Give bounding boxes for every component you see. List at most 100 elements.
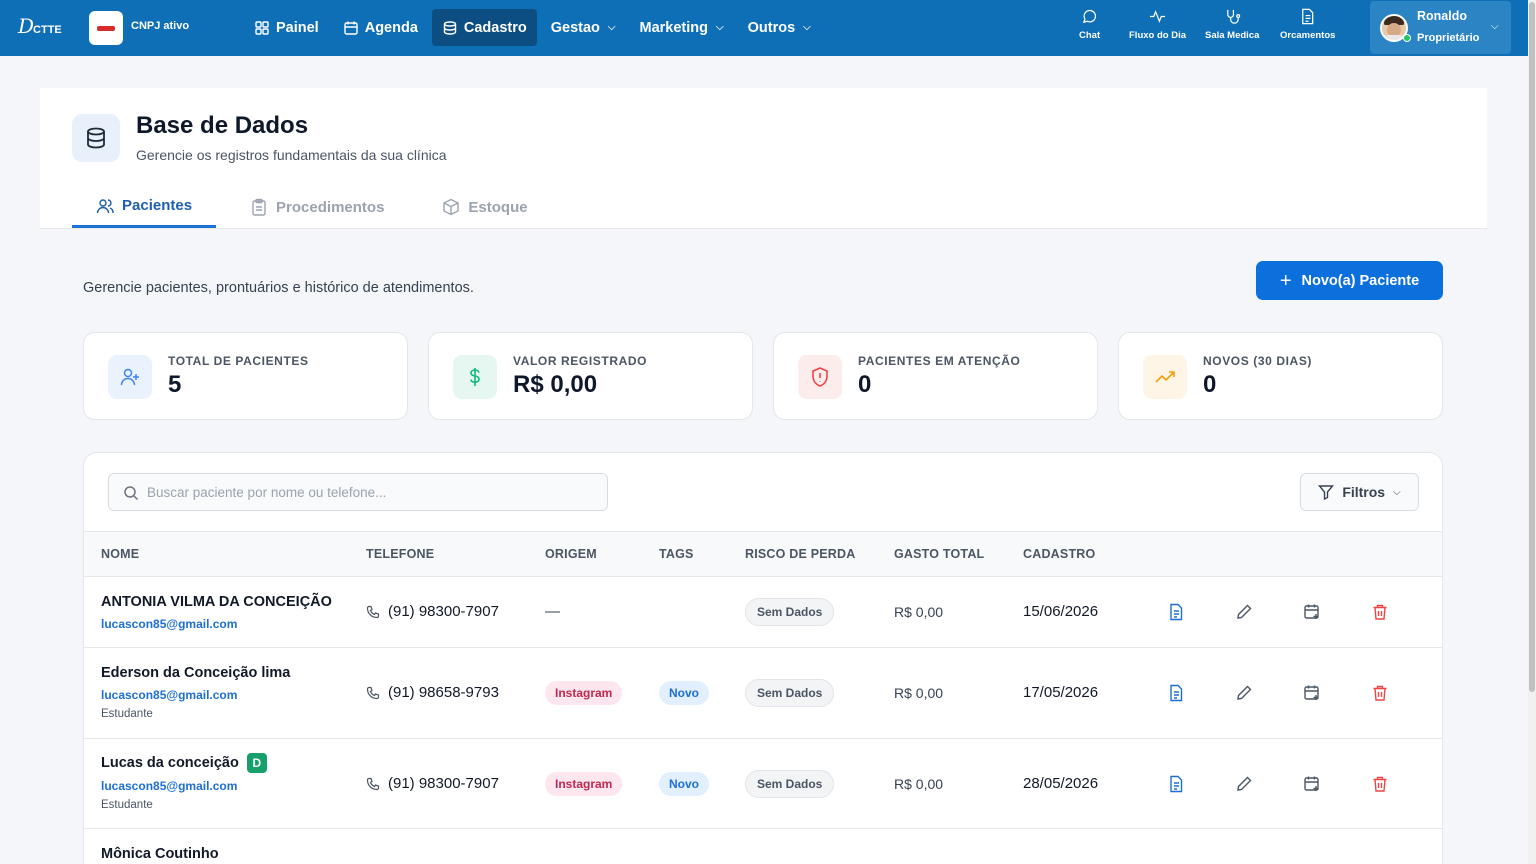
record-file-icon[interactable] <box>1167 603 1185 621</box>
column-header-gasto[interactable]: GASTO TOTAL <box>894 547 984 561</box>
filters-button[interactable]: Filtros ⌵ <box>1300 473 1419 511</box>
cnpj-status: CNPJ ativo <box>131 20 190 32</box>
chevron-down-icon: ⌵ <box>1393 486 1401 498</box>
user-role: Proprietário <box>1417 32 1480 44</box>
column-header-telefone[interactable]: TELEFONE <box>366 547 434 561</box>
column-header-origem[interactable]: ORIGEM <box>545 547 597 561</box>
main-nav: Painel Agenda Cadastro Gestao ⌵ Marketing… <box>244 9 825 46</box>
clinic-logo[interactable] <box>89 11 123 45</box>
grid-icon <box>255 20 269 35</box>
column-header-cadastro[interactable]: CADASTRO <box>1023 547 1095 561</box>
calendar-plus-icon[interactable] <box>1303 775 1321 793</box>
patient-email[interactable]: lucascon85@gmail.com <box>101 617 237 631</box>
shield-alert-icon <box>798 355 842 399</box>
table-row[interactable]: ANTONIA VILMA DA CONCEIÇÃO lucascon85@gm… <box>84 577 1442 648</box>
patients-table-card: Filtros ⌵ NOME TELEFONE ORIGEM TAGS RISC… <box>83 452 1443 864</box>
calendar-plus-icon[interactable] <box>1303 684 1321 702</box>
patient-phone: (91) 98300-7907 <box>366 603 499 620</box>
nav-marketing[interactable]: Marketing ⌵ <box>630 9 734 46</box>
column-header-risco[interactable]: RISCO DE PERDA <box>745 547 855 561</box>
record-file-icon[interactable] <box>1167 775 1185 793</box>
new-patient-button[interactable]: + Novo(a) Paciente <box>1256 261 1443 300</box>
quick-chat[interactable]: Chat <box>1079 8 1100 41</box>
calendar-plus-icon[interactable] <box>1303 603 1321 621</box>
edit-pencil-icon[interactable] <box>1235 684 1253 702</box>
dollar-icon <box>453 355 497 399</box>
search-box <box>108 473 608 511</box>
edit-pencil-icon[interactable] <box>1235 775 1253 793</box>
patient-spent: R$ 0,00 <box>894 604 944 620</box>
users-icon <box>96 198 114 213</box>
chevron-down-icon: ⌵ <box>803 22 811 33</box>
risk-badge: Sem Dados <box>745 770 835 798</box>
chat-icon <box>1082 9 1097 24</box>
trash-icon[interactable] <box>1371 775 1389 793</box>
trending-up-icon <box>1143 355 1187 399</box>
patient-occupation: Estudante <box>101 708 153 720</box>
online-status-dot <box>1403 34 1411 42</box>
patient-name[interactable]: Ederson da Conceição lima <box>101 665 290 681</box>
stat-total-patients: TOTAL DE PACIENTES 5 <box>83 332 408 420</box>
top-navigation-bar: DCTTE CNPJ ativo Painel Agenda Cadastro … <box>0 0 1528 56</box>
activity-icon <box>1149 10 1166 23</box>
table-row[interactable]: Lucas da conceição D lucascon85@gmail.co… <box>84 739 1442 829</box>
column-header-nome[interactable]: NOME <box>101 547 139 561</box>
scrollbar-thumb[interactable] <box>1529 2 1535 692</box>
risk-badge: Sem Dados <box>745 598 835 626</box>
trash-icon[interactable] <box>1371 684 1389 702</box>
tab-estoque[interactable]: Estoque <box>418 186 551 228</box>
phone-icon <box>366 686 380 699</box>
chevron-down-icon: ⌵ <box>716 22 724 33</box>
tab-procedimentos[interactable]: Procedimentos <box>226 186 408 228</box>
patient-name[interactable]: ANTONIA VILMA DA CONCEIÇÃO <box>101 594 332 610</box>
patient-name[interactable]: Lucas da conceição D <box>101 753 267 773</box>
page-title: Base de Dados <box>136 112 309 139</box>
user-menu[interactable]: Ronaldo Proprietário ⌵ <box>1370 1 1511 54</box>
table-row[interactable]: Mônica Coutinho <box>84 829 1442 864</box>
quick-sala-medica[interactable]: Sala Medica <box>1205 8 1259 41</box>
plus-icon: + <box>1279 269 1292 292</box>
filter-icon <box>1318 485 1335 500</box>
document-icon <box>1302 8 1314 25</box>
page-subtitle: Gerencie os registros fundamentais da su… <box>136 147 447 163</box>
quick-orcamentos[interactable]: Orcamentos <box>1280 8 1335 41</box>
tag-badge: Novo <box>659 681 709 705</box>
patient-origin: — <box>545 603 560 620</box>
quick-fluxo-do-dia[interactable]: Fluxo do Dia <box>1129 8 1186 41</box>
clipboard-icon <box>252 198 266 216</box>
patient-email[interactable]: lucascon85@gmail.com <box>101 688 237 702</box>
record-file-icon[interactable] <box>1167 684 1185 702</box>
nav-gestao[interactable]: Gestao ⌵ <box>541 9 626 46</box>
table-row[interactable]: Ederson da Conceição lima lucascon85@gma… <box>84 648 1442 739</box>
trash-icon[interactable] <box>1371 603 1389 621</box>
origin-badge: Instagram <box>545 772 623 796</box>
phone-icon <box>366 605 380 618</box>
nav-agenda[interactable]: Agenda <box>333 9 428 46</box>
patient-spent: R$ 0,00 <box>894 776 944 792</box>
tab-bar: Pacientes Procedimentos Estoque <box>72 186 562 228</box>
patient-phone: (91) 98658-9793 <box>366 684 499 701</box>
table-header: NOME TELEFONE ORIGEM TAGS RISCO DE PERDA… <box>84 531 1442 577</box>
stethoscope-icon <box>1226 9 1240 24</box>
stat-registered-value: VALOR REGISTRADO R$ 0,00 <box>428 332 753 420</box>
search-icon <box>124 486 139 501</box>
nav-outros[interactable]: Outros ⌵ <box>738 9 821 46</box>
calendar-icon <box>344 21 358 35</box>
nav-painel[interactable]: Painel <box>244 9 329 46</box>
chevron-down-icon: ⌵ <box>607 22 616 33</box>
patient-email[interactable]: lucascon85@gmail.com <box>101 779 237 793</box>
patient-phone: (91) 98300-7907 <box>366 775 499 792</box>
user-name: Ronaldo <box>1417 9 1467 23</box>
page-header: Base de Dados Gerencie os registros fund… <box>40 88 1487 229</box>
database-icon <box>72 114 120 162</box>
patient-name[interactable]: Mônica Coutinho <box>101 846 219 862</box>
app-logo[interactable]: DCTTE <box>18 14 62 38</box>
tab-pacientes[interactable]: Pacientes <box>72 186 217 228</box>
column-header-tags[interactable]: TAGS <box>659 547 694 561</box>
search-input[interactable] <box>147 474 597 510</box>
phone-icon <box>366 777 380 790</box>
patient-occupation: Estudante <box>101 799 153 811</box>
patient-spent: R$ 0,00 <box>894 685 944 701</box>
edit-pencil-icon[interactable] <box>1235 603 1253 621</box>
nav-cadastro[interactable]: Cadastro <box>431 9 537 46</box>
